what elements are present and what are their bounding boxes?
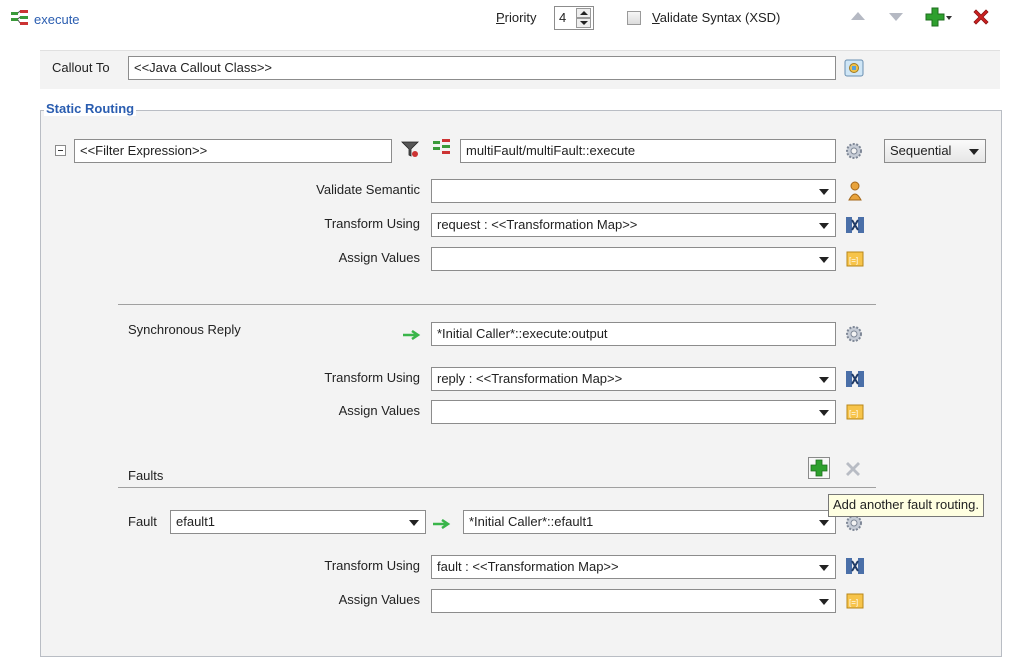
routing-rule-icon: [10, 9, 30, 29]
fault-target-select[interactable]: *Initial Caller*::efault1: [463, 510, 836, 534]
synchronous-reply-label: Synchronous Reply: [128, 322, 241, 337]
chevron-down-icon: [819, 599, 829, 605]
service-icon: [432, 138, 452, 158]
chevron-down-icon: [819, 257, 829, 263]
add-fault-button[interactable]: [808, 457, 830, 479]
reply-target-input[interactable]: *Initial Caller*::execute:output: [431, 322, 836, 346]
filter-expression-input[interactable]: <<Filter Expression>>: [74, 139, 392, 163]
target-settings-icon[interactable]: [845, 142, 863, 160]
target-service-input[interactable]: multiFault/multiFault::execute: [460, 139, 836, 163]
reply-transform-label: Transform Using: [324, 370, 420, 385]
collapse-icon[interactable]: [55, 145, 66, 156]
spinner-up-icon[interactable]: [576, 8, 591, 18]
validate-semantic-label: Validate Semantic: [316, 182, 420, 197]
fault-select[interactable]: efault1: [170, 510, 426, 534]
request-assign-label: Assign Values: [338, 250, 420, 265]
assign-values-icon[interactable]: [=]: [846, 403, 864, 421]
filter-icon[interactable]: [400, 139, 420, 159]
faults-divider: [118, 487, 876, 488]
validate-syntax-label: Validate Syntax (XSD): [652, 10, 781, 25]
fault-assign-select[interactable]: [431, 589, 836, 613]
priority-label: Priority: [496, 10, 537, 25]
assign-values-icon[interactable]: [=]: [846, 250, 864, 268]
fault-transform-label: Transform Using: [324, 558, 420, 573]
reply-transform-select[interactable]: reply : <<Transformation Map>>: [431, 367, 836, 391]
callout-class-input[interactable]: <<Java Callout Class>>: [128, 56, 836, 80]
fault-transform-select[interactable]: fault : <<Transformation Map>>: [431, 555, 836, 579]
validate-syntax-checkbox[interactable]: [627, 11, 641, 25]
request-transform-label: Transform Using: [324, 216, 420, 231]
chevron-down-icon: [409, 520, 419, 526]
reply-assign-label: Assign Values: [338, 403, 420, 418]
chevron-down-icon: [819, 410, 829, 416]
chevron-down-icon: [819, 223, 829, 229]
fault-assign-label: Assign Values: [338, 592, 420, 607]
transformation-map-icon[interactable]: [845, 557, 865, 575]
browse-class-icon[interactable]: [844, 58, 864, 78]
validate-semantic-icon[interactable]: [846, 180, 864, 202]
add-routing-icon[interactable]: [925, 6, 953, 28]
reply-divider: [118, 304, 876, 305]
request-assign-select[interactable]: [431, 247, 836, 271]
assign-values-icon[interactable]: [=]: [846, 592, 864, 610]
svg-text:[=]: [=]: [849, 409, 858, 418]
move-up-icon[interactable]: [851, 12, 865, 20]
chevron-down-icon: [969, 149, 979, 155]
validate-semantic-select[interactable]: [431, 179, 836, 203]
execution-mode-select[interactable]: Sequential: [884, 139, 986, 163]
transformation-map-icon[interactable]: [845, 216, 865, 234]
delete-fault-icon[interactable]: [843, 459, 863, 479]
chevron-down-icon: [819, 189, 829, 195]
rule-title[interactable]: execute: [34, 12, 80, 27]
faults-label: Faults: [128, 468, 164, 483]
add-fault-tooltip: Add another fault routing.: [828, 494, 984, 517]
fault-label: Fault: [128, 514, 157, 529]
spinner-down-icon[interactable]: [576, 18, 591, 28]
chevron-down-icon: [819, 520, 829, 526]
priority-value: 4: [559, 10, 567, 25]
add-icon: [810, 459, 828, 477]
transformation-map-icon[interactable]: [845, 370, 865, 388]
callout-label: Callout To: [52, 60, 110, 75]
execution-mode-value: Sequential: [890, 143, 952, 158]
delete-routing-icon[interactable]: [971, 7, 991, 27]
svg-text:[=]: [=]: [849, 598, 858, 607]
static-routing-title: Static Routing: [44, 101, 137, 116]
move-down-icon[interactable]: [889, 13, 903, 21]
reply-assign-select[interactable]: [431, 400, 836, 424]
priority-spinner[interactable]: 4: [554, 6, 594, 30]
reply-settings-icon[interactable]: [845, 325, 863, 343]
arrow-right-icon: [432, 517, 452, 530]
request-transform-select[interactable]: request : <<Transformation Map>>: [431, 213, 836, 237]
svg-text:[=]: [=]: [849, 256, 858, 265]
chevron-down-icon: [819, 565, 829, 571]
chevron-down-icon: [819, 377, 829, 383]
arrow-right-icon: [402, 328, 422, 341]
